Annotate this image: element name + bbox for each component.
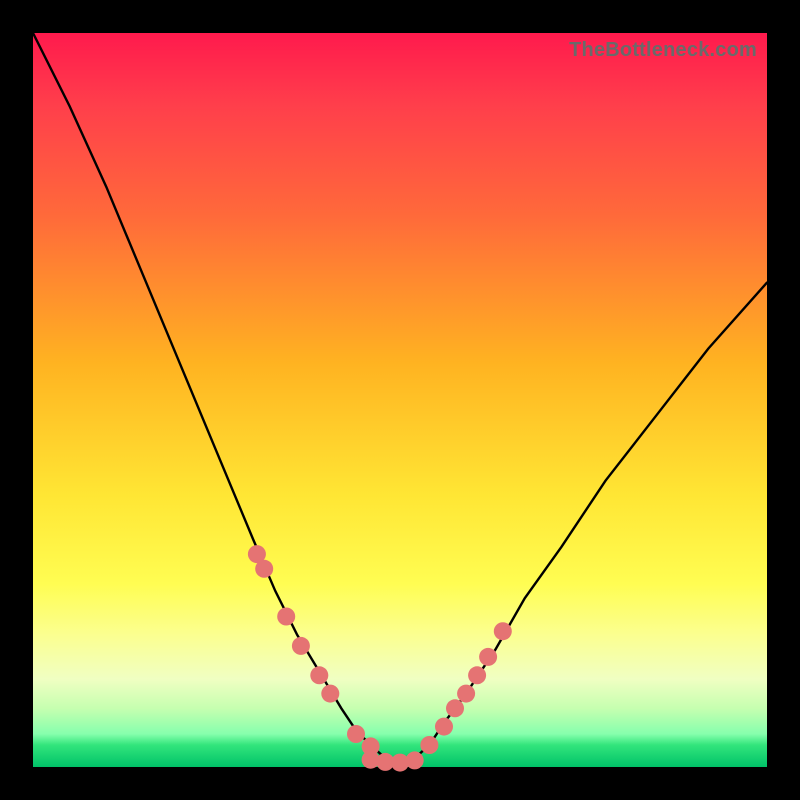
curve-group [33, 33, 767, 763]
curve-right-arm [400, 283, 767, 764]
marker-left-dots [277, 608, 295, 626]
marker-left-dots [292, 637, 310, 655]
marker-right-dots [435, 718, 453, 736]
marker-left-dots [255, 560, 273, 578]
markers-group [248, 545, 512, 772]
marker-right-dots [420, 736, 438, 754]
plot-area: TheBottleneck.com [33, 33, 767, 767]
marker-right-dots [494, 622, 512, 640]
chart-stage: TheBottleneck.com [0, 0, 800, 800]
marker-right-dots [468, 666, 486, 684]
chart-svg [33, 33, 767, 767]
marker-right-dots [457, 685, 475, 703]
marker-left-dots [347, 725, 365, 743]
marker-right-dots [479, 648, 497, 666]
curve-left-arm [33, 33, 400, 763]
marker-left-dots [310, 666, 328, 684]
marker-right-dots [446, 699, 464, 717]
marker-valley-dots [406, 751, 424, 769]
marker-left-dots [321, 685, 339, 703]
